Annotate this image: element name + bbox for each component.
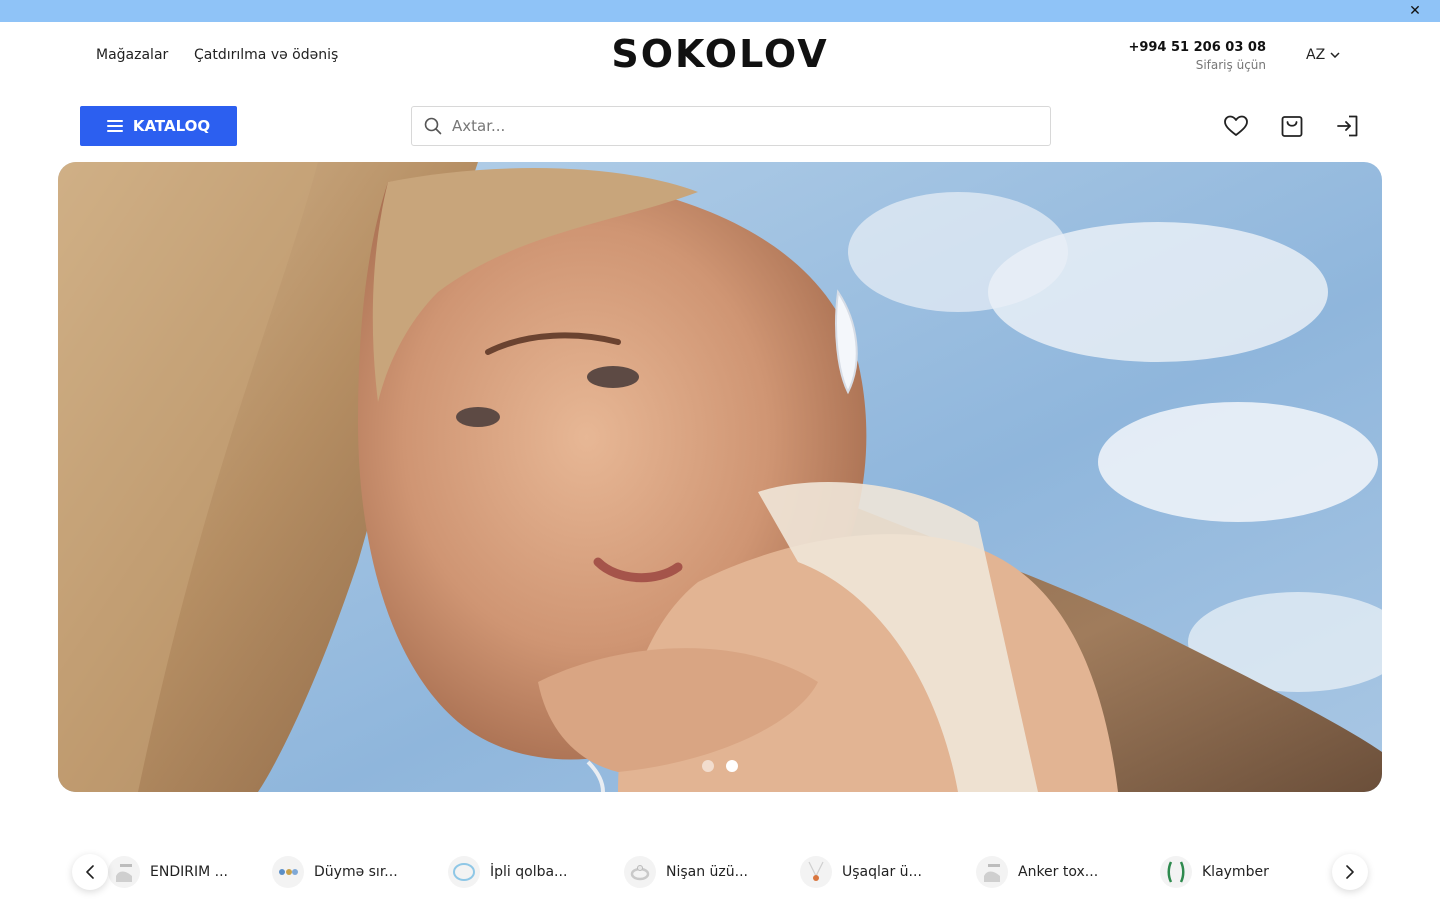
hero-dot-2[interactable]	[726, 760, 738, 772]
string-bracelet-thumb-icon	[448, 856, 480, 888]
category-item-kids[interactable]: Uşaqlar ü...	[800, 856, 922, 888]
category-label: Anker tox...	[1018, 864, 1099, 880]
anchor-chain-thumb-icon	[976, 856, 1008, 888]
catalog-button[interactable]: KATALOQ	[80, 106, 237, 146]
climber-earring-thumb-icon	[1160, 856, 1192, 888]
language-selector[interactable]: AZ	[1306, 47, 1340, 63]
search-icon	[424, 117, 442, 135]
category-item-climbers[interactable]: Klaymber	[1160, 856, 1269, 888]
phone-caption: Sifariş üçün	[1195, 58, 1266, 72]
language-label: AZ	[1306, 47, 1326, 63]
shopping-bag-icon[interactable]	[1279, 113, 1305, 139]
category-label: İpli qolba...	[490, 864, 568, 880]
top-banner: ✕	[0, 0, 1440, 22]
category-label: Nişan üzü...	[666, 864, 749, 880]
nav-link-delivery-payment[interactable]: Çatdırılma və ödəniş	[194, 47, 338, 63]
kids-pendant-thumb-icon	[800, 856, 832, 888]
category-label: Klaymber	[1202, 864, 1269, 880]
chevron-right-icon	[1346, 865, 1354, 879]
catalog-button-label: KATALOQ	[132, 117, 211, 135]
carousel-next-button[interactable]	[1332, 854, 1368, 890]
nav-link-stores[interactable]: Mağazalar	[96, 47, 168, 63]
close-banner-button[interactable]: ✕	[1407, 3, 1423, 19]
hero-dot-1[interactable]	[702, 760, 714, 772]
button-earrings-thumb-icon	[272, 856, 304, 888]
site-logo[interactable]: SOKOLOV	[560, 32, 880, 76]
category-carousel: ENDIRIM ... Düymə sır... İpli qolba... N…	[72, 848, 1368, 896]
category-label: Uşaqlar ü...	[842, 864, 922, 880]
search-box	[411, 106, 1051, 146]
chevron-down-icon	[1330, 52, 1340, 58]
login-icon[interactable]	[1335, 113, 1361, 139]
category-label: ENDIRIM ...	[150, 864, 228, 880]
category-item-string-bracelets[interactable]: İpli qolba...	[448, 856, 567, 888]
menu-icon	[106, 120, 123, 132]
category-item-button-earrings[interactable]: Düymə sır...	[272, 856, 398, 888]
heart-icon[interactable]	[1223, 113, 1249, 139]
chevron-left-icon	[86, 865, 94, 879]
search-input[interactable]	[452, 117, 1012, 135]
category-label: Düymə sır...	[314, 864, 398, 880]
category-item-anchor-chains[interactable]: Anker tox...	[976, 856, 1098, 888]
engagement-ring-thumb-icon	[624, 856, 656, 888]
category-item-engagement-rings[interactable]: Nişan üzü...	[624, 856, 748, 888]
hero-photo	[58, 162, 1382, 792]
sale-thumb-icon	[108, 856, 140, 888]
category-item-sale[interactable]: ENDIRIM ...	[108, 856, 228, 888]
hero-banner[interactable]	[58, 162, 1382, 792]
carousel-prev-button[interactable]	[72, 854, 108, 890]
hero-pagination	[702, 760, 738, 772]
phone-number[interactable]: +994 51 206 03 08	[1128, 40, 1266, 55]
